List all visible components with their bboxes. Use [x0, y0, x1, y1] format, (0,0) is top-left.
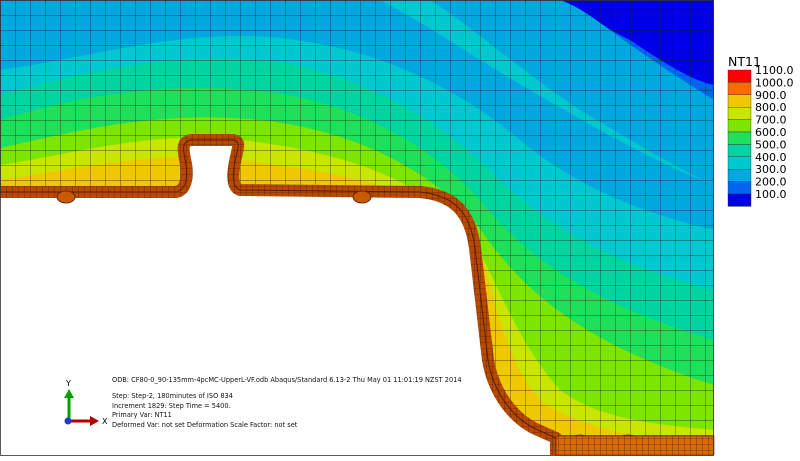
- legend-swatch: [727, 69, 752, 83]
- legend-swatch: [727, 82, 752, 96]
- deformed-var-line: Deformed Var: not set Deformation Scale …: [112, 420, 298, 429]
- legend-swatch: [727, 168, 752, 182]
- legend-label: 100.0: [755, 188, 787, 201]
- primary-var-line: Primary Var: NT11: [112, 411, 172, 420]
- step-line: Step: Step-2, 180minutes of ISO 834: [112, 392, 233, 401]
- legend-swatch: [727, 119, 752, 133]
- y-arrowhead-icon: [64, 389, 74, 398]
- legend-label: 800.0: [755, 101, 787, 114]
- odb-line: ODB: CF80-0_90-135mm-4pcMC-UpperL-VF.odb…: [112, 376, 462, 384]
- legend-label: 700.0: [755, 114, 787, 127]
- legend-swatch: [727, 106, 752, 120]
- y-axis-label: Y: [65, 379, 71, 388]
- legend-swatch: [727, 131, 752, 145]
- x-arrowhead-icon: [90, 416, 99, 426]
- x-axis-label: X: [102, 417, 108, 426]
- legend-label: 900.0: [755, 89, 787, 102]
- legend-label: 1100.0: [755, 64, 794, 77]
- z-axis-dot-icon: [64, 417, 72, 425]
- axis-triad: Y X: [64, 379, 108, 426]
- legend-swatch: [727, 156, 752, 170]
- fillet-bump: [56, 190, 76, 204]
- legend-label: 200.0: [755, 176, 787, 189]
- legend-swatch: [727, 181, 752, 195]
- legend-swatch: [727, 193, 752, 207]
- legend-swatch: [727, 144, 752, 157]
- job-info-panel: ODB: CF80-0_90-135mm-4pcMC-UpperL-VF.odb…: [112, 376, 462, 430]
- legend-label: 400.0: [755, 151, 787, 164]
- legend-label: 500.0: [755, 138, 787, 151]
- legend-label: 600.0: [755, 126, 787, 139]
- legend-label: 300.0: [755, 163, 787, 176]
- legend-swatch: [727, 94, 752, 108]
- increment-line: Increment 1829: Step Time = 5400.: [112, 401, 231, 410]
- fillet-bump: [352, 190, 372, 204]
- legend: NT11 1100.01000.0900.0800.0700.0600.0500…: [727, 54, 794, 207]
- legend-label: 1000.0: [755, 76, 794, 89]
